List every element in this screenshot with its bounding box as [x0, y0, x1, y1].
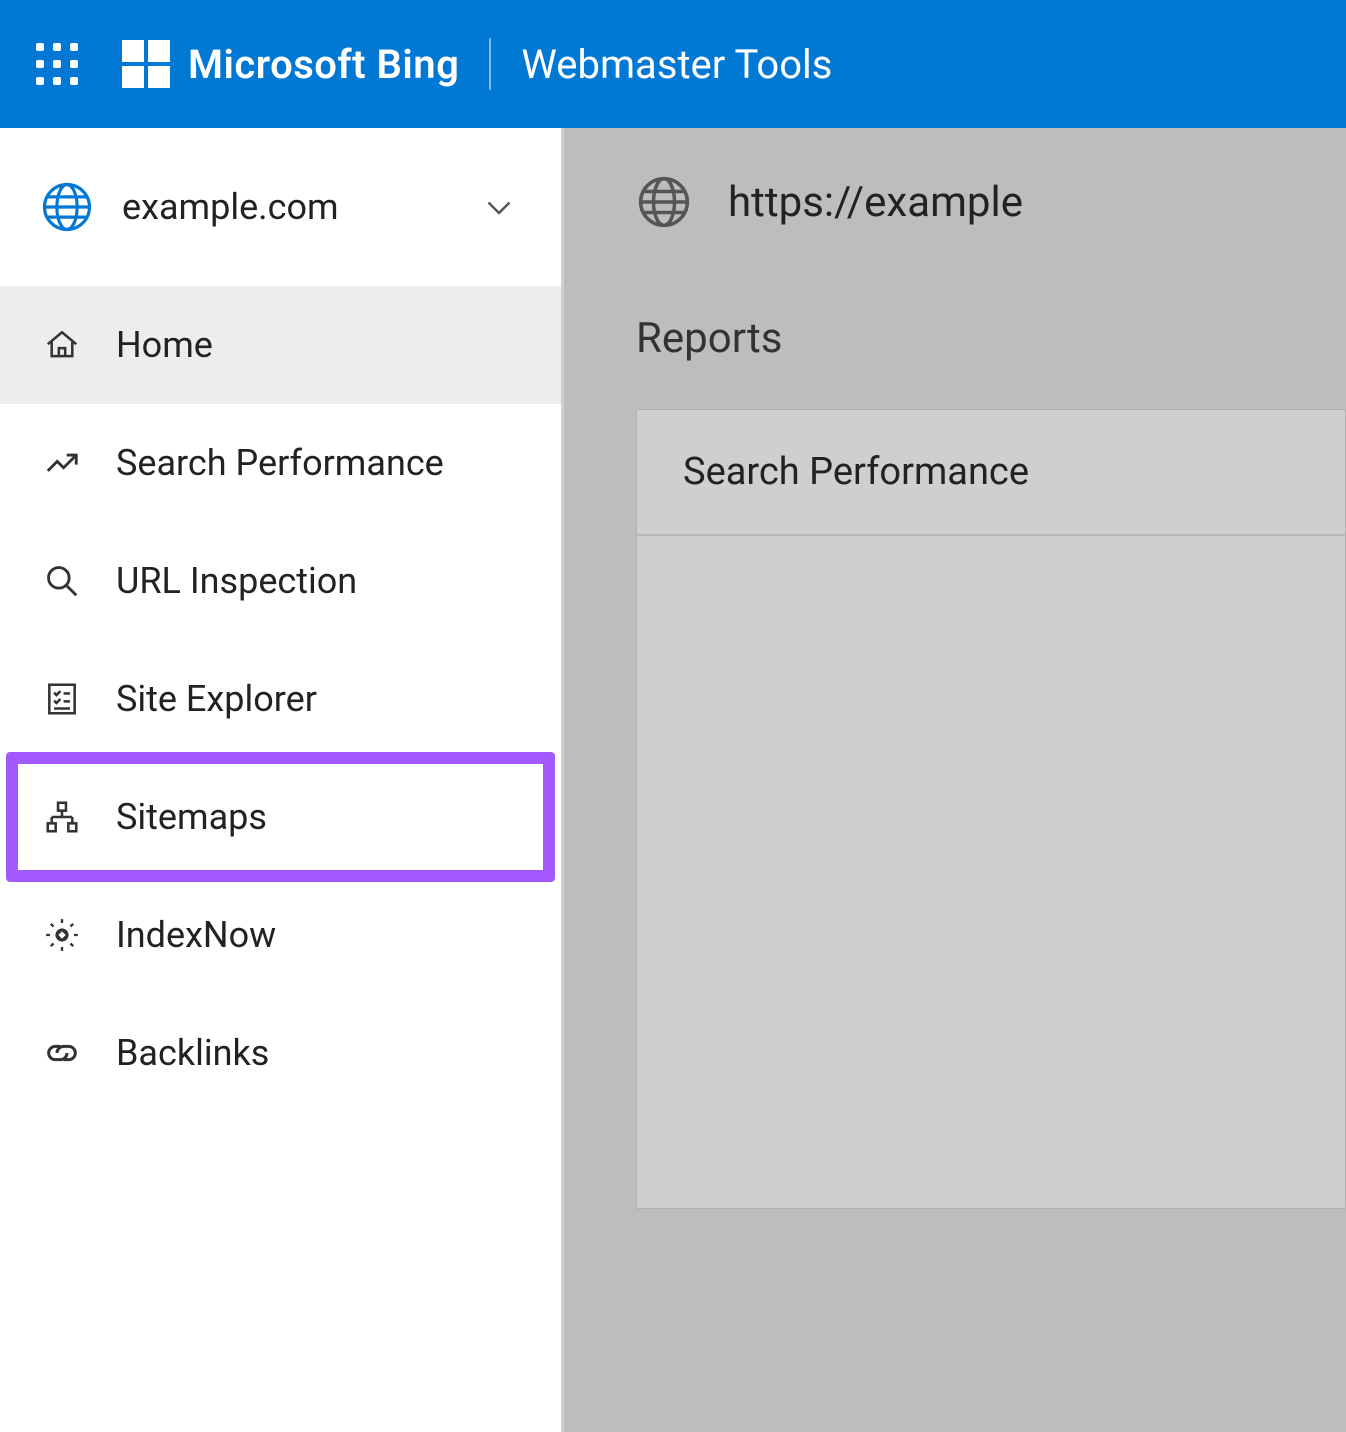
- sidebar-item-site-explorer[interactable]: Site Explorer: [0, 640, 561, 758]
- globe-icon: [40, 180, 94, 234]
- sidebar-item-sitemaps[interactable]: Sitemaps: [0, 758, 561, 876]
- sidebar-item-label: Home: [116, 324, 213, 366]
- section-heading: Reports: [636, 314, 1346, 363]
- sidebar-item-label: IndexNow: [116, 914, 276, 956]
- nav-list: Home Search Performance URL Inspection: [0, 286, 561, 1112]
- product-name: Webmaster Tools: [521, 41, 832, 88]
- home-icon: [40, 326, 84, 364]
- sidebar-item-url-inspection[interactable]: URL Inspection: [0, 522, 561, 640]
- sidebar-item-label: URL Inspection: [116, 560, 357, 602]
- main-content: https://example Reports Search Performan…: [564, 128, 1346, 1432]
- globe-icon: [636, 174, 692, 230]
- brand-name: Microsoft Bing: [188, 41, 459, 88]
- app-header: Microsoft Bing Webmaster Tools: [0, 0, 1346, 128]
- header-divider: [489, 38, 491, 90]
- site-selector[interactable]: example.com: [0, 128, 561, 286]
- microsoft-logo-icon: [122, 40, 170, 88]
- sidebar-item-label: Search Performance: [116, 442, 444, 484]
- sidebar-item-search-performance[interactable]: Search Performance: [0, 404, 561, 522]
- checklist-icon: [40, 680, 84, 718]
- card-title: Search Performance: [637, 410, 1345, 536]
- report-card-search-performance[interactable]: Search Performance: [636, 409, 1346, 1209]
- site-url: https://example: [728, 178, 1023, 227]
- sidebar-item-home[interactable]: Home: [0, 286, 561, 404]
- gear-icon: [40, 915, 84, 955]
- sidebar-item-indexnow[interactable]: IndexNow: [0, 876, 561, 994]
- trend-icon: [40, 444, 84, 482]
- selected-site-label: example.com: [122, 186, 481, 228]
- app-launcher-icon[interactable]: [36, 43, 78, 85]
- site-url-bar: https://example: [636, 174, 1346, 230]
- chevron-down-icon: [481, 189, 517, 225]
- sidebar: example.com Home: [0, 128, 564, 1432]
- sitemap-icon: [40, 798, 84, 836]
- sidebar-item-label: Sitemaps: [116, 796, 267, 838]
- link-icon: [40, 1033, 84, 1073]
- sidebar-item-label: Site Explorer: [116, 678, 317, 720]
- sidebar-item-backlinks[interactable]: Backlinks: [0, 994, 561, 1112]
- sidebar-item-label: Backlinks: [116, 1032, 269, 1074]
- search-icon: [40, 562, 84, 600]
